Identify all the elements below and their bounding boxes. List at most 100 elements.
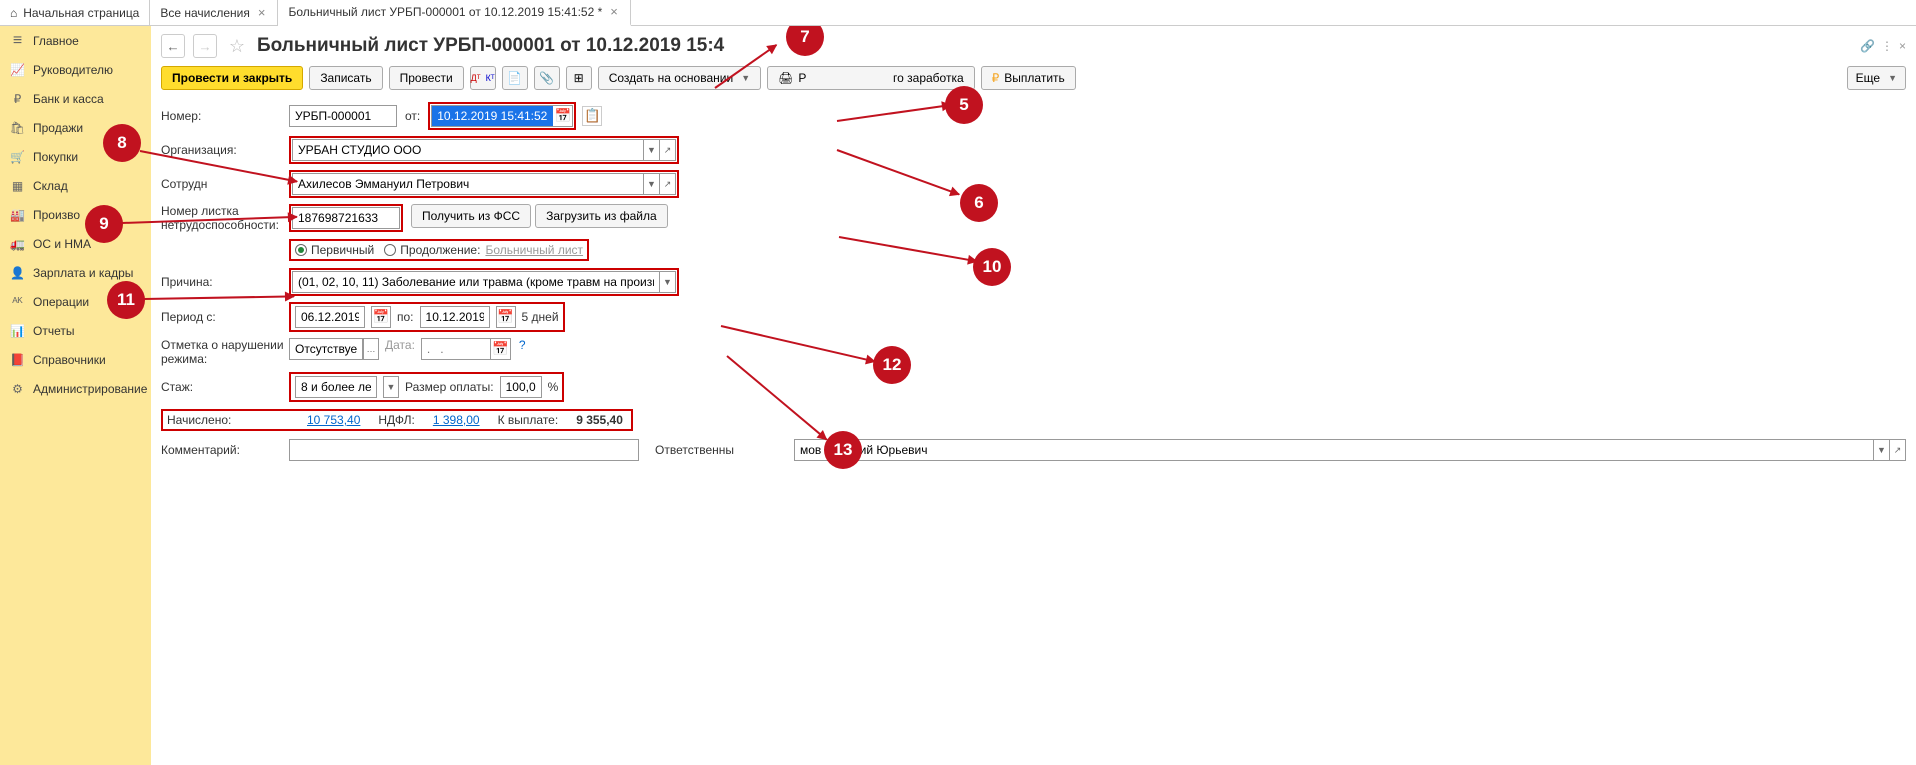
book-icon: 📕: [10, 352, 25, 367]
help-icon[interactable]: ?: [519, 338, 526, 352]
sidebar-item-label: ОС и НМА: [33, 237, 91, 251]
payout-button[interactable]: ₽Выплатить: [981, 66, 1076, 90]
sidebar-item-label: Банк и касса: [33, 92, 104, 106]
sidebar-item-label: Покупки: [33, 150, 78, 164]
topay-label: К выплате:: [498, 413, 559, 427]
print-earnings-button[interactable]: 🖨Р го заработка: [767, 66, 975, 90]
dropdown-icon[interactable]: ▼: [644, 139, 660, 161]
dropdown-icon[interactable]: ▼: [1874, 439, 1890, 461]
back-button[interactable]: ←: [161, 34, 185, 58]
tab-home[interactable]: ⌂ Начальная страница: [0, 0, 150, 26]
dropdown-icon[interactable]: ▼: [644, 173, 660, 195]
calendar-icon[interactable]: 📅: [371, 306, 391, 328]
ruble-icon: ₽: [10, 91, 25, 106]
sidebar-item-label: Зарплата и кадры: [33, 266, 133, 280]
truck-icon: 🚛: [10, 236, 25, 251]
factory-icon: 🏭: [10, 207, 25, 222]
tab-label: Все начисления: [160, 6, 250, 20]
close-icon[interactable]: ×: [608, 4, 620, 19]
sidebar-item-bank[interactable]: ₽ Банк и касса: [0, 84, 151, 113]
open-icon[interactable]: ↗: [1890, 439, 1906, 461]
calendar-icon[interactable]: 📅: [496, 306, 516, 328]
ellipsis-icon[interactable]: …: [363, 338, 379, 360]
org-input[interactable]: [292, 139, 644, 161]
comment-input[interactable]: [289, 439, 639, 461]
number-input[interactable]: [289, 105, 397, 127]
tab-accruals[interactable]: Все начисления ×: [150, 0, 278, 26]
violation-date-input[interactable]: [421, 338, 491, 360]
period-to-input[interactable]: [420, 306, 490, 328]
calendar-icon[interactable]: 📅: [553, 105, 573, 127]
sidebar-item-label: Справочники: [33, 353, 106, 367]
reason-input[interactable]: [292, 271, 660, 293]
topay-value: 9 355,40: [576, 413, 623, 427]
sidebar-item-admin[interactable]: ⚙Администрирование: [0, 374, 151, 403]
calendar-icon[interactable]: 📅: [491, 338, 511, 360]
reason-label: Причина:: [161, 275, 289, 289]
dropdown-icon[interactable]: ▼: [660, 271, 676, 293]
callout-8: 8: [103, 124, 141, 162]
dropdown-icon[interactable]: ▼: [383, 376, 399, 398]
sidebar-item-manager[interactable]: 📈Руководителю: [0, 55, 151, 84]
sidebar-item-assets[interactable]: 🚛 ОС и НМА: [0, 229, 151, 258]
violation-input[interactable]: [289, 338, 363, 360]
more-icon[interactable]: ⋮: [1881, 39, 1893, 53]
employee-label: Сотрудн: [161, 177, 289, 191]
pay-rate-label: Размер оплаты:: [405, 380, 494, 394]
date-input[interactable]: [431, 105, 553, 127]
favorite-button[interactable]: ☆: [225, 34, 249, 58]
tab-sick-leave[interactable]: Больничный лист УРБП-000001 от 10.12.201…: [278, 0, 630, 26]
attach-button[interactable]: 📎: [534, 66, 560, 90]
open-icon[interactable]: ↗: [660, 139, 676, 161]
journal-icon[interactable]: 📋: [582, 106, 602, 126]
radio-primary[interactable]: Первичный: [295, 243, 374, 257]
employee-input[interactable]: [292, 173, 644, 195]
save-button[interactable]: Записать: [309, 66, 382, 90]
period-from-label: Период с:: [161, 310, 289, 324]
post-button[interactable]: Провести: [389, 66, 464, 90]
sidebar-item-label: Администрирование: [33, 382, 147, 396]
responsible-label: Ответственны: [655, 443, 734, 457]
callout-11: 11: [107, 281, 145, 319]
sidebar-item-warehouse[interactable]: ▦Склад: [0, 171, 151, 200]
load-file-button[interactable]: Загрузить из файла: [535, 204, 668, 228]
org-label: Организация:: [161, 143, 289, 157]
sheet-num-input[interactable]: [292, 207, 400, 229]
pay-rate-input[interactable]: [500, 376, 542, 398]
close-icon[interactable]: ×: [256, 5, 268, 20]
comment-label: Комментарий:: [161, 443, 289, 457]
sidebar-item-directories[interactable]: 📕 Справочники: [0, 345, 151, 374]
ruble-icon: ₽: [992, 71, 1000, 85]
date-label: от:: [405, 109, 420, 123]
link-icon[interactable]: 🔗: [1860, 39, 1875, 53]
create-based-button[interactable]: Создать на основании▼: [598, 66, 761, 90]
bars-icon: 📊: [10, 323, 25, 338]
sidebar-item-label: Продажи: [33, 121, 83, 135]
forward-button[interactable]: →: [193, 34, 217, 58]
sidebar-item-label: Произво: [33, 208, 80, 222]
sidebar-item-reports[interactable]: 📊Отчеты: [0, 316, 151, 345]
accrued-value[interactable]: 10 753,40: [307, 413, 360, 427]
open-icon[interactable]: ↗: [660, 173, 676, 195]
structure-button[interactable]: ⊞: [566, 66, 592, 90]
more-button[interactable]: Еще▼: [1847, 66, 1906, 90]
period-from-input[interactable]: [295, 306, 365, 328]
window-close-icon[interactable]: ×: [1899, 39, 1906, 53]
number-label: Номер:: [161, 109, 289, 123]
responsible-input[interactable]: [794, 439, 1874, 461]
post-close-button[interactable]: Провести и закрыть: [161, 66, 303, 90]
menu-icon: ≡: [10, 33, 25, 48]
sidebar-item-label: Склад: [33, 179, 68, 193]
violation-date-label: Дата:: [385, 338, 415, 352]
page-title: Больничный лист УРБП-000001 от 10.12.201…: [257, 35, 724, 57]
home-icon: ⌂: [10, 6, 17, 20]
document-button[interactable]: 📄: [502, 66, 528, 90]
radio-continuation[interactable]: Продолжение:: [384, 243, 480, 257]
sidebar-item-main[interactable]: ≡Главное: [0, 26, 151, 55]
sidebar-item-production[interactable]: 🏭 Произво: [0, 200, 151, 229]
dtkt-button[interactable]: ДᵀКᵀ: [470, 66, 496, 90]
user-icon: 👤: [10, 265, 25, 280]
ndfl-value[interactable]: 1 398,00: [433, 413, 480, 427]
get-fss-button[interactable]: Получить из ФСС: [411, 204, 531, 228]
experience-input[interactable]: [295, 376, 377, 398]
